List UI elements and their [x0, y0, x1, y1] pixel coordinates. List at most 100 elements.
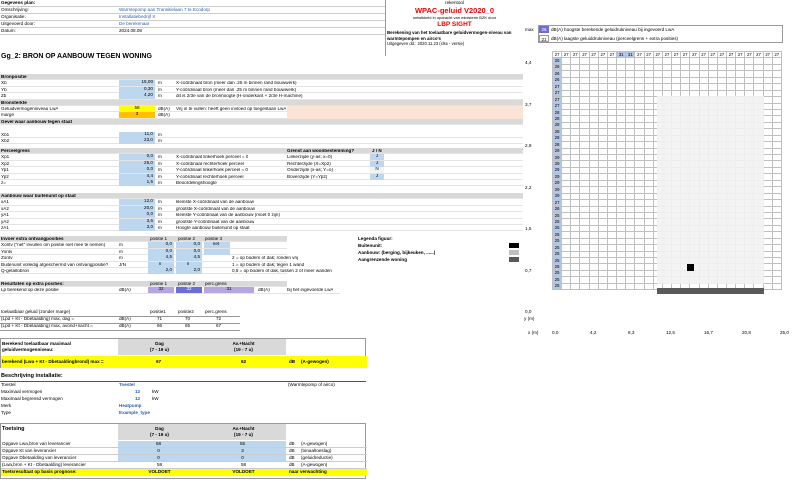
install-block: Beschrijving installatie: Toestel Toeste…: [0, 373, 366, 418]
shielded-p1-input[interactable]: n: [148, 261, 174, 268]
toets-dbet-avn-input[interactable]: 0: [201, 455, 286, 461]
toets-kt-dag-input[interactable]: 0: [118, 448, 201, 454]
qgetal-desc: 0,5 = op bodem of dak, tussen 2 of meer …: [232, 269, 332, 273]
zb-input[interactable]: 4,20: [119, 93, 155, 100]
yp1-question: Onderzijde (x-as; Y=o): [287, 168, 334, 173]
toets-dbet-dag-input[interactable]: 0: [118, 455, 201, 461]
xb-label: Xb: [1, 81, 7, 86]
info-value-date[interactable]: 2024.08.08: [119, 28, 142, 34]
za1-input[interactable]: 3,0: [119, 225, 155, 231]
toets-kt-avn-input[interactable]: 3: [201, 448, 286, 454]
result-unit: dB(A): [119, 288, 131, 293]
xontv-p3-input[interactable]: net: [204, 242, 230, 249]
yp1-unit: m: [158, 168, 162, 173]
qgetal-p1-input[interactable]: 2,0: [148, 268, 174, 274]
xa1-input[interactable]: 12,0: [119, 199, 155, 206]
zontv-p1-input[interactable]: 4,5: [148, 255, 174, 262]
install-limited-value[interactable]: 12: [135, 396, 140, 402]
toets-avn-sub: (19 - 7 u): [234, 431, 253, 437]
max-lw-block: Berekend toelaatbaar maximaal geluidverm…: [0, 338, 367, 368]
toets-sum-unit: dB: [289, 462, 295, 467]
shielded-p2-input[interactable]: n: [176, 261, 202, 268]
z-input[interactable]: 1,5: [119, 180, 155, 186]
xp1-input[interactable]: 0,0: [119, 154, 155, 161]
result-col-1: positie 1: [150, 282, 168, 286]
install-power-value[interactable]: 12: [135, 389, 140, 395]
top-side-input[interactable]: J: [370, 173, 384, 180]
bottom-side-input[interactable]: N: [370, 167, 384, 174]
perceel-qanswer: J / N: [372, 149, 382, 153]
toelaat-night-p2: 65: [185, 323, 191, 328]
y-tick-label: 4,4: [525, 60, 532, 65]
install-power-unit: kW: [152, 389, 159, 394]
yp2-input[interactable]: 4,4: [119, 173, 155, 180]
grid-cell: [606, 282, 618, 291]
extra-col-3: positie 3: [205, 237, 223, 241]
grid-cell: [579, 282, 590, 291]
info-value-description[interactable]: Warmtepomp aan Transitielaan 7 te Ecodor…: [119, 7, 210, 13]
toets-lwa-avn-input[interactable]: 55: [201, 441, 286, 447]
info-label-2: Uitgevoerd door:: [1, 21, 35, 26]
lwa-input[interactable]: 58: [119, 106, 155, 112]
yp1-input[interactable]: 0,0: [119, 167, 155, 174]
legend-woning-label: Aangrenzende woning: [358, 257, 408, 262]
max-lw-dag-header: Dag (7 - 19 u): [118, 339, 201, 355]
za1-unit: m: [158, 226, 162, 230]
ya1-unit: m: [158, 213, 162, 218]
toetsing-block: Toetsing Dag (7 - 19 u) Av.+Nacht (19 - …: [0, 423, 367, 479]
figure-legend: Legenda figuur: Buitenunit: Aanbouw: (be…: [357, 236, 523, 268]
result-row-label: Lp berekend op deze positie: [1, 288, 59, 293]
toelaat-header-p2: positie2: [178, 309, 194, 314]
ya1-input[interactable]: 0,0: [119, 212, 155, 219]
z-desc: Beoordelingshoogte: [176, 181, 217, 185]
xontv-p2-input[interactable]: 0,0: [176, 242, 202, 249]
right-side-input[interactable]: J: [370, 160, 384, 167]
xa2-label: xA2: [1, 206, 9, 211]
toets-result-dag: VOLDOET: [148, 469, 171, 475]
zb-unit: m: [158, 94, 162, 99]
yb-input[interactable]: 0,30: [119, 86, 155, 93]
xa2-input[interactable]: 20,0: [119, 205, 155, 212]
max-lw-avn-sub: (19 - 7 u): [234, 346, 253, 352]
toets-lwa-dag-input[interactable]: 58: [118, 441, 201, 447]
z-row: z= 1,5 m Beoordelingshoogte: [0, 180, 523, 187]
install-brand-value[interactable]: Heatpump: [119, 403, 141, 409]
za1-row: zA1 3,0 m Hoogte aanbouw buitenunit op s…: [0, 225, 523, 232]
info-value-author[interactable]: De berekenaar: [119, 21, 149, 27]
ya2-input[interactable]: 3,6: [119, 218, 155, 225]
toelaat-header-label: toelaatbaar geluid (zonder marge): [1, 309, 71, 314]
install-type-value[interactable]: Example_type: [119, 410, 150, 416]
parameter-table: Bronpositie Xb 15,00 m X-coördinaat bron…: [0, 74, 523, 302]
xb2-label: Xb2: [1, 139, 10, 143]
lwa-desc: Vrij in te vullen: heeft geen invloed op…: [176, 107, 287, 111]
xb2-input[interactable]: 23,0: [119, 138, 155, 144]
marge-input[interactable]: 3: [119, 112, 155, 119]
result-unit-2: dB(A): [258, 288, 270, 293]
max-lw-dag-sub: (7 - 19 u): [150, 346, 169, 352]
info-label-0: Omschrijving:: [1, 7, 29, 12]
tool-name: WPAC-geluid V2020_0: [414, 6, 495, 16]
ya2-desc: grootste Y-coördinaat van de aanbouw: [176, 219, 255, 224]
y-tick-label: 3,7: [525, 101, 532, 107]
x-tick-label: 0,0: [552, 330, 559, 335]
yontv-p2-input[interactable]: 0,0: [176, 248, 202, 255]
info-value-organisation[interactable]: Installatiebedrijf X: [119, 14, 155, 20]
install-toestel-value[interactable]: Toestel: [119, 382, 135, 388]
xp2-input[interactable]: 25,0: [119, 160, 155, 167]
yontv-p1-input[interactable]: 0,0: [148, 248, 174, 255]
y-axis-unit: y (m): [524, 316, 535, 321]
xb1-input[interactable]: 11,0: [119, 131, 155, 138]
adjacent-house: [657, 96, 764, 284]
left-side-input[interactable]: J: [370, 154, 384, 161]
aanbouw-title: Aanbouw waar buitenunit op staat: [1, 194, 76, 198]
yontv-p3-input[interactable]: [204, 248, 230, 255]
grid-cell: [643, 282, 654, 291]
xb-input[interactable]: 15,00: [119, 80, 155, 87]
install-power-label: Maximaal vermogen: [1, 389, 43, 394]
xontv-p1-input[interactable]: 0,0: [148, 242, 174, 249]
qgetal-p2-input[interactable]: 2,0: [176, 268, 202, 274]
minmax-legend: max 26 dB(A) hoogste berekende geluidruk…: [523, 25, 783, 45]
legend-aanbouw-swatch: [509, 250, 519, 255]
zontv-p2-input[interactable]: 4,5: [176, 255, 202, 262]
max-lw-label: berekend (Lwa + Kt - Dbetaaldingbrond) m…: [2, 359, 104, 364]
